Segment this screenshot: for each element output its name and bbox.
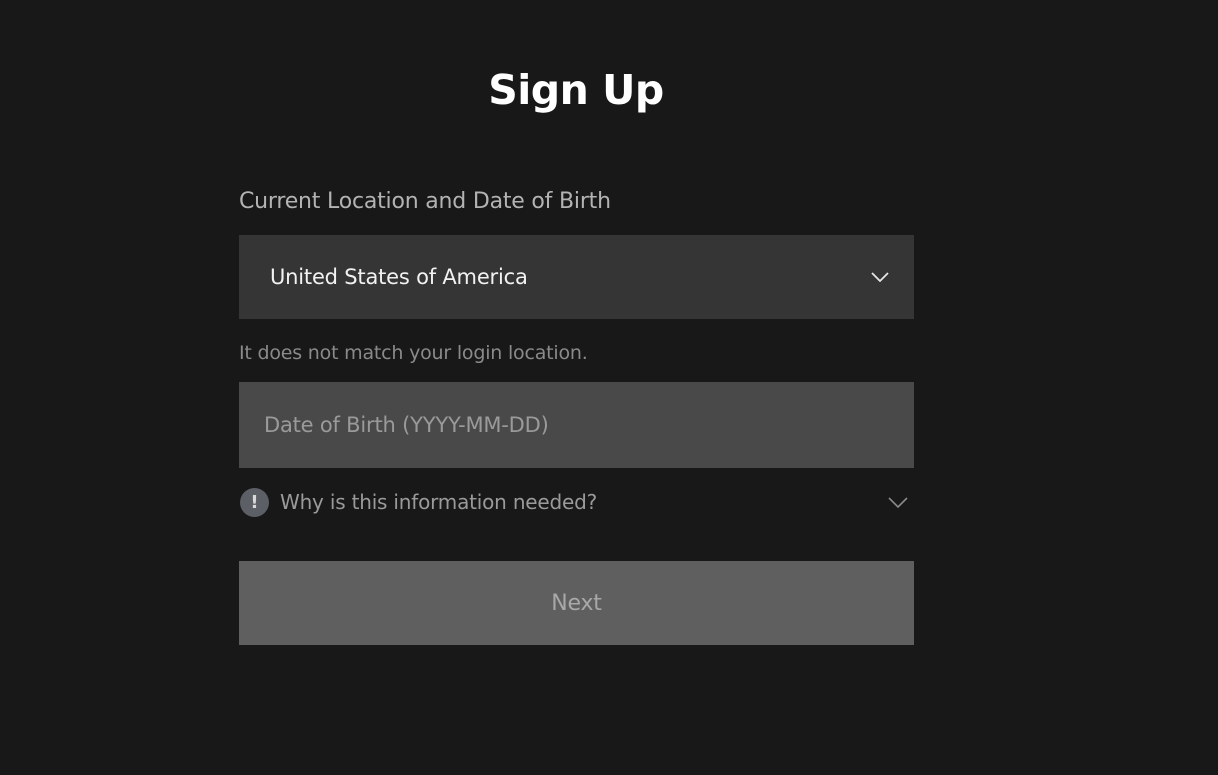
country-selected-value: United States of America <box>270 265 528 289</box>
country-select[interactable]: United States of America <box>239 235 914 319</box>
section-label: Current Location and Date of Birth <box>239 189 611 214</box>
next-button[interactable]: Next <box>239 561 914 645</box>
location-mismatch-hint: It does not match your login location. <box>239 342 588 364</box>
info-icon: ! <box>240 487 269 517</box>
why-info-toggle[interactable]: ! Why is this information needed? <box>239 486 914 518</box>
chevron-down-icon <box>886 490 910 514</box>
chevron-down-icon <box>868 265 892 289</box>
dob-field-container <box>239 382 914 468</box>
dob-input[interactable] <box>239 382 914 468</box>
page-title: Sign Up <box>488 66 664 114</box>
why-info-left: ! Why is this information needed? <box>239 487 598 517</box>
why-info-label: Why is this information needed? <box>280 490 598 514</box>
signup-form: Current Location and Date of Birth Unite… <box>239 186 914 645</box>
signup-page: Sign Up Current Location and Date of Bir… <box>0 0 1218 775</box>
